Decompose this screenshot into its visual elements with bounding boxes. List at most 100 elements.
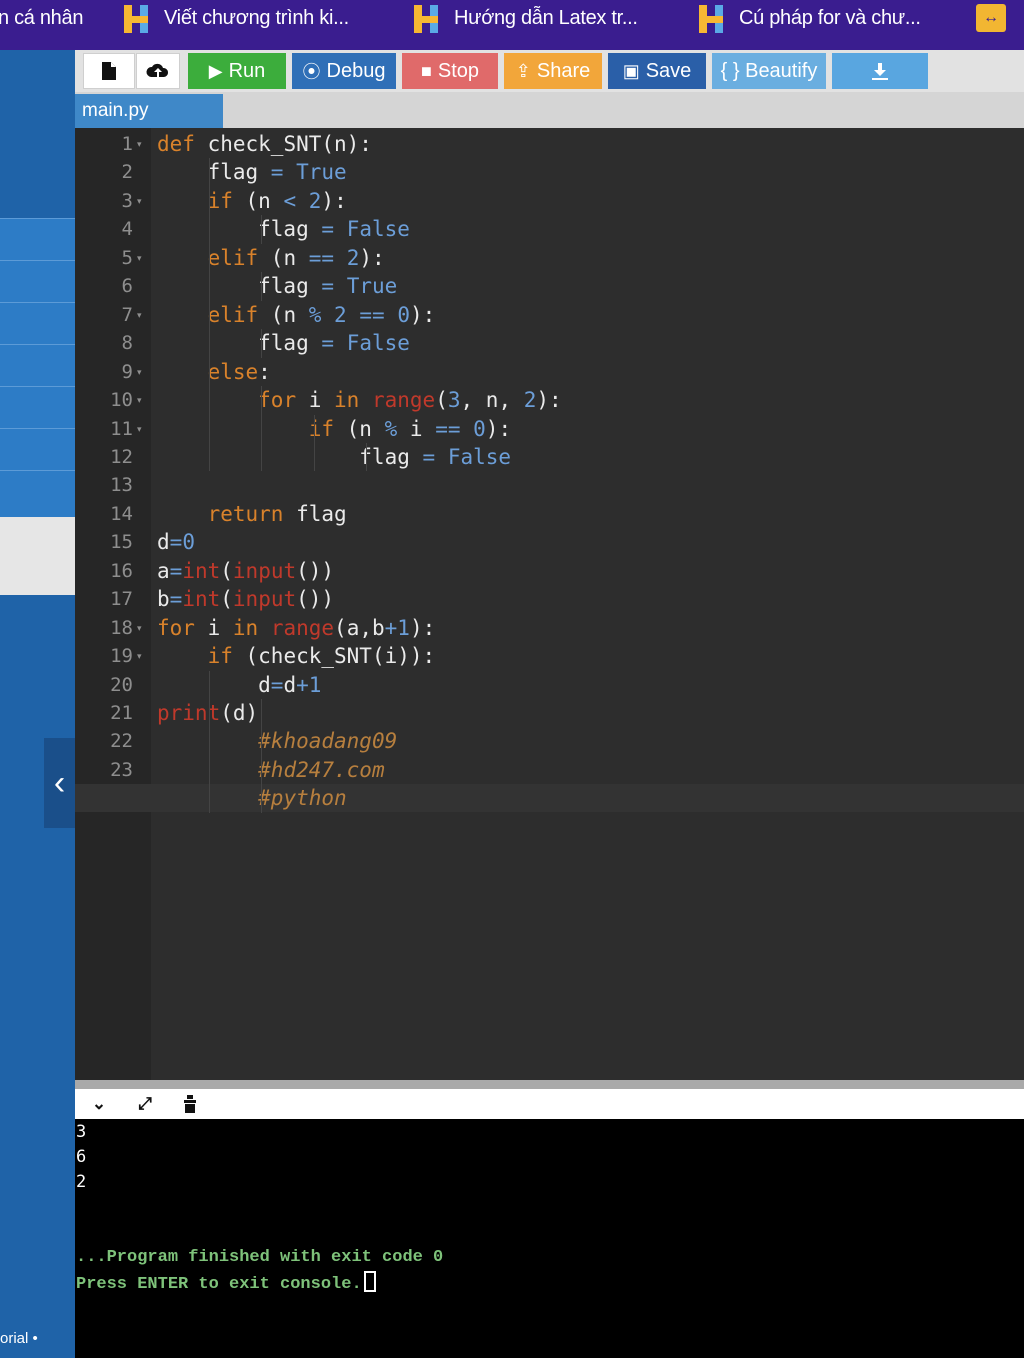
tab-main-py[interactable]: main.py xyxy=(75,94,223,128)
line-number: 8 xyxy=(121,332,133,355)
clear-console-icon[interactable] xyxy=(178,1092,202,1116)
line-number: 14 xyxy=(110,502,133,525)
line-number: 21 xyxy=(110,702,133,724)
console-output-line: 2 xyxy=(76,1172,87,1192)
bookmark-label: Hướng dẫn Latex tr... xyxy=(454,6,638,29)
console-output[interactable]: 3 6 2 ...Program finished with exit code… xyxy=(75,1119,1024,1358)
indent-guide xyxy=(261,386,263,472)
bookmark-item-3[interactable]: Cú pháp for và chư... xyxy=(697,0,921,36)
fold-arrow-icon[interactable]: ▾ xyxy=(137,415,142,443)
code-line: a=int(input()) xyxy=(157,558,335,583)
fold-arrow-icon[interactable]: ▾ xyxy=(137,301,142,329)
expand-icon[interactable]: ⤢ xyxy=(133,1092,157,1116)
code-line: flag = False xyxy=(157,331,410,356)
share-button[interactable]: ⇪ Share xyxy=(504,53,602,89)
console-cursor xyxy=(363,1271,376,1292)
toolbar: ▶ Run ⦿ Debug ■ Stop ⇪ Share ▣ Save { } Beaut… xyxy=(75,50,1024,92)
code-line: #python xyxy=(258,786,347,811)
indent-guide xyxy=(261,272,263,301)
stop-label: Stop xyxy=(437,59,480,82)
indent-guide xyxy=(366,442,368,472)
fold-arrow-icon[interactable]: ▾ xyxy=(137,386,142,414)
indent-guide xyxy=(209,158,210,472)
code-line: flag = False xyxy=(157,444,512,469)
code-line: #hd247.com xyxy=(258,757,385,782)
hoc247-logo-icon xyxy=(412,3,442,33)
code-line: if (n % i == 0): xyxy=(308,416,512,441)
save-button[interactable]: ▣ Save xyxy=(608,53,706,89)
fold-arrow-icon[interactable]: ▾ xyxy=(137,187,142,215)
new-file-button[interactable] xyxy=(83,53,135,89)
fold-arrow-icon[interactable]: ▾ xyxy=(137,614,142,642)
fold-arrow-icon[interactable]: ▾ xyxy=(137,244,142,272)
line-number: 16 xyxy=(110,559,133,582)
line-number: 11 xyxy=(110,417,133,440)
press-enter-message: Press ENTER to exit console. xyxy=(76,1271,376,1298)
line-number: 19 xyxy=(110,645,133,668)
code-line: flag = True xyxy=(157,160,347,185)
fold-arrow-icon[interactable]: ▾ xyxy=(137,642,142,670)
code-line: for i in range(a,b+1): xyxy=(157,615,436,640)
console-splitter[interactable] xyxy=(75,1080,1024,1089)
press-enter-text: Press ENTER to exit console. xyxy=(76,1275,362,1294)
code-line: if (n < 2): xyxy=(207,188,347,213)
code-line: flag = False xyxy=(157,217,410,242)
arrows-horizontal-icon[interactable]: ↔ xyxy=(976,4,1006,32)
bookmark-item-2[interactable]: Hướng dẫn Latex tr... xyxy=(412,0,638,36)
fold-arrow-icon[interactable]: ▾ xyxy=(137,358,142,386)
line-number: 1 xyxy=(121,133,133,155)
code-line: else: xyxy=(207,359,271,384)
console-output-line: 3 xyxy=(76,1122,87,1142)
line-number: 4 xyxy=(121,218,133,241)
sidebar-tutorial-link[interactable]: orial • xyxy=(0,1330,38,1347)
line-number: 3 xyxy=(121,189,133,212)
beautify-label: { } Beautify xyxy=(720,59,818,82)
save-label: Save xyxy=(645,59,692,82)
bookmark-item-1[interactable]: Viết chương trình ki... xyxy=(122,0,349,36)
indent-guide xyxy=(261,699,263,813)
indent-guide xyxy=(209,670,210,813)
code-line: b=int(input()) xyxy=(157,587,335,612)
code-line: def check_SNT(n): xyxy=(157,132,372,156)
beautify-button[interactable]: { } Beautify xyxy=(712,53,826,89)
chevron-down-icon[interactable]: ⌄ xyxy=(87,1092,111,1116)
indent-guide xyxy=(261,329,263,358)
code-line: return flag xyxy=(207,501,347,526)
line-number: 10 xyxy=(110,389,133,412)
bookmark-personal[interactable]: n cá nhân xyxy=(0,0,83,36)
line-number: 9 xyxy=(121,360,133,383)
code-line: d=0 xyxy=(157,530,195,555)
save-icon: ▣ xyxy=(622,60,640,81)
line-number: 20 xyxy=(110,673,133,696)
sidebar-selected-item[interactable] xyxy=(0,517,75,595)
debug-label: Debug xyxy=(326,59,386,82)
debug-button[interactable]: ⦿ Debug xyxy=(292,53,396,89)
bookmark-label: n cá nhân xyxy=(0,6,84,29)
upload-button[interactable] xyxy=(136,53,180,89)
line-number: 13 xyxy=(110,474,133,497)
line-number-gutter: 1 ▾ 2 3 ▾ 4 5 ▾ 6 7 ▾ 8 9 ▾ 10 ▾ 11 ▾ 12 13 14 15 16 17 18 ▾ 19 ▾ 20… xyxy=(75,128,151,1080)
sidebar: ‹ orial • xyxy=(0,50,75,1358)
share-label: Share xyxy=(536,59,591,82)
bookmarks-bar: n cá nhân Viết chương trình ki... Hướng … xyxy=(0,0,1024,50)
code-line: print(d) xyxy=(157,701,259,725)
chevron-left-icon[interactable]: ‹ xyxy=(44,738,75,828)
line-number: 18 xyxy=(110,616,133,639)
line-number: 2 xyxy=(121,161,133,184)
code-editor[interactable]: 1 ▾ 2 3 ▾ 4 5 ▾ 6 7 ▾ 8 9 ▾ 10 ▾ 11 ▾ 12 13 14 15 16 17 18 ▾ 19 ▾ 20… xyxy=(75,128,1024,1080)
download-button[interactable] xyxy=(832,53,928,89)
code-line: flag = True xyxy=(157,274,398,299)
sidebar-menu xyxy=(0,218,75,518)
line-number: 15 xyxy=(110,531,133,554)
bookmark-label: Viết chương trình ki... xyxy=(164,6,349,29)
fold-arrow-icon[interactable]: ▾ xyxy=(137,130,142,158)
line-number: 23 xyxy=(110,758,133,781)
line-number: 6 xyxy=(121,275,133,298)
file-tab-bar: main.py xyxy=(75,92,1024,128)
code-line: elif (n % 2 == 0): xyxy=(207,302,436,327)
run-button[interactable]: ▶ Run xyxy=(188,53,286,89)
indent-guide xyxy=(313,414,315,472)
stop-button[interactable]: ■ Stop xyxy=(402,53,498,89)
code-line: elif (n == 2): xyxy=(207,245,385,270)
play-icon: ▶ xyxy=(208,60,223,81)
